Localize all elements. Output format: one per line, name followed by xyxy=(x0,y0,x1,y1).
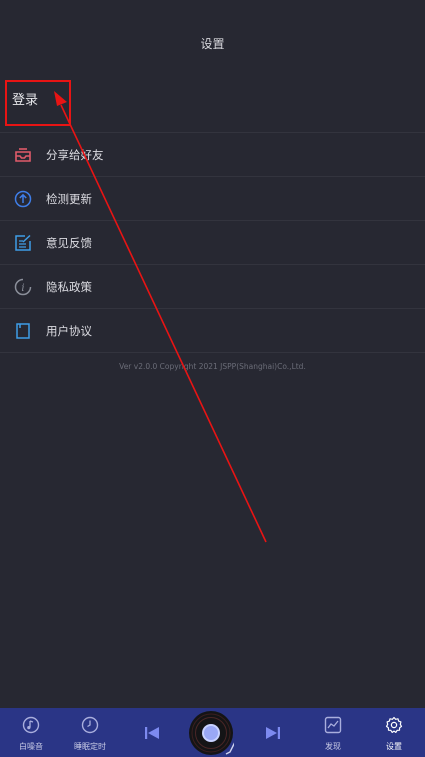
menu-item-user-agreement[interactable]: 用户协议 xyxy=(0,309,425,353)
edit-note-icon xyxy=(15,234,31,251)
share-tray-icon xyxy=(15,148,31,162)
upload-circle-icon xyxy=(14,190,32,208)
menu-label-user-agreement: 用户协议 xyxy=(46,324,92,338)
tab-label-white-noise: 白噪音 xyxy=(19,742,43,751)
version-copyright: Ver v2.0.0 Copyright 2021 JSPP(Shanghai)… xyxy=(119,362,306,371)
tab-settings[interactable]: 设置 xyxy=(378,708,410,757)
info-circle-icon: i xyxy=(14,278,32,296)
annotation-highlight-box xyxy=(5,80,71,126)
svg-text:i: i xyxy=(21,283,24,294)
menu-label-privacy: 隐私政策 xyxy=(46,280,92,294)
previous-track-icon[interactable] xyxy=(144,725,160,741)
menu-label-check-update: 检测更新 xyxy=(46,192,92,206)
menu-item-check-update[interactable]: 检测更新 xyxy=(0,177,425,221)
menu-item-privacy[interactable]: i 隐私政策 xyxy=(0,265,425,309)
settings-screen: 设置 登录 分享给好友 检测更新 意见反馈 i 隐私政策 用户协议 Ver v2… xyxy=(0,0,425,757)
menu-label-feedback: 意见反馈 xyxy=(46,236,92,250)
header: 设置 xyxy=(0,0,425,88)
tab-label-settings: 设置 xyxy=(386,742,402,751)
next-track-icon[interactable] xyxy=(265,725,281,741)
page-title: 设置 xyxy=(200,37,225,51)
menu-item-feedback[interactable]: 意见反馈 xyxy=(0,221,425,265)
tab-label-sleep-timer: 睡眠定时 xyxy=(74,742,106,751)
document-icon xyxy=(16,323,30,339)
tab-white-noise[interactable]: 白噪音 xyxy=(10,708,52,757)
menu-item-share[interactable]: 分享给好友 xyxy=(0,133,425,177)
tab-sleep-timer[interactable]: 睡眠定时 xyxy=(68,708,112,757)
music-note-circle-icon xyxy=(22,716,40,734)
menu-label-share: 分享给好友 xyxy=(46,148,104,162)
vinyl-disc-icon[interactable] xyxy=(188,710,234,756)
clock-icon xyxy=(81,716,99,734)
gear-icon xyxy=(385,716,403,733)
tab-discover[interactable]: 发现 xyxy=(316,708,350,757)
chart-frame-icon xyxy=(324,716,342,734)
tab-label-discover: 发现 xyxy=(325,742,341,751)
